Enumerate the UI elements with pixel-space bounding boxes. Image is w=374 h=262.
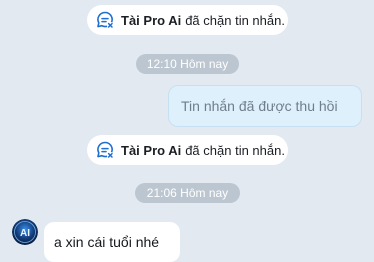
timestamp: 21:06 Hôm nay bbox=[135, 183, 240, 203]
incoming-message-text: a xin cái tuổi nhé bbox=[54, 234, 160, 250]
chat-area[interactable]: Tài Pro Ai đã chặn tin nhắn. 12:10 Hôm n… bbox=[0, 0, 374, 262]
blocked-message-icon bbox=[95, 140, 115, 160]
recalled-message-text: Tin nhắn đã được thu hồi bbox=[181, 98, 338, 114]
blocked-message-icon bbox=[95, 10, 115, 30]
blocker-name: Tài Pro Ai bbox=[121, 142, 182, 158]
avatar-label: AI bbox=[20, 228, 30, 239]
sender-avatar[interactable]: AI bbox=[12, 219, 38, 245]
incoming-message-bubble[interactable]: a xin cái tuổi nhé bbox=[44, 222, 180, 262]
notice-text: đã chặn tin nhắn. bbox=[185, 142, 285, 158]
recalled-message-bubble[interactable]: Tin nhắn đã được thu hồi bbox=[168, 85, 362, 127]
block-notice: Tài Pro Ai đã chặn tin nhắn. bbox=[87, 5, 288, 35]
block-notice: Tài Pro Ai đã chặn tin nhắn. bbox=[87, 135, 288, 165]
blocker-name: Tài Pro Ai bbox=[121, 12, 182, 28]
timestamp: 12:10 Hôm nay bbox=[136, 54, 239, 74]
notice-text: đã chặn tin nhắn. bbox=[185, 12, 285, 28]
